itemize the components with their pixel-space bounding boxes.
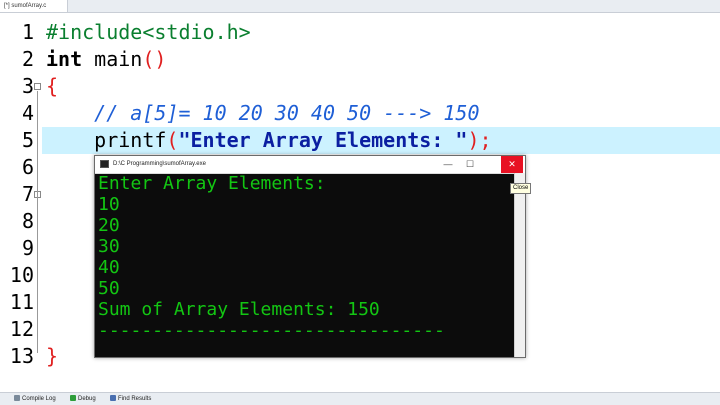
line-number: 12 — [9, 317, 34, 341]
console-line: 10 — [98, 194, 120, 215]
minimize-button[interactable]: — — [437, 156, 459, 173]
function-name-main: main — [82, 47, 143, 71]
editor-tab-bar: [*] sumofArray.c — [0, 0, 720, 13]
close-button[interactable]: ✕ — [501, 156, 523, 173]
line-number: 6 — [21, 155, 34, 179]
line-number: 9 — [21, 236, 34, 260]
console-line: Enter Array Elements: — [98, 173, 326, 194]
line-number: 8 — [21, 209, 34, 233]
bottom-panel-tabs: Compile Log Debug Find Results — [0, 392, 720, 405]
close-tooltip: Close — [510, 183, 532, 194]
code-line-printf: printf("Enter Array Elements: "); — [46, 127, 492, 154]
tab-find-results[interactable]: Find Results — [110, 393, 151, 405]
code-line-comment: // a[5]= 10 20 30 40 50 ---> 150 — [46, 100, 479, 127]
tab-label: Compile Log — [22, 396, 56, 402]
code-line-open-brace: { — [46, 74, 59, 98]
line-number-gutter: 1 2 3 4 5 6 7 8 9 10 11 12 13 — [0, 13, 41, 391]
console-line: 50 — [98, 278, 120, 299]
console-title: D:\C Programming\sumofArray.exe — [113, 161, 206, 167]
line-number: 2 — [21, 47, 34, 71]
comment-text: // a[5]= 10 20 30 40 50 ---> 150 — [94, 101, 480, 125]
keyword-int: int — [46, 47, 83, 71]
compile-log-icon — [14, 395, 20, 402]
line-number: 4 — [21, 101, 34, 125]
maximize-button[interactable]: ☐ — [459, 156, 481, 173]
editor-tab-sumofarray[interactable]: [*] sumofArray.c — [0, 0, 68, 12]
parens: () — [142, 47, 167, 71]
paren-open: ( — [166, 128, 179, 152]
code-line-close-brace: } — [46, 344, 59, 368]
debug-check-icon — [70, 395, 76, 402]
function-printf: printf — [94, 128, 167, 152]
string-literal: "Enter Array Elements: " — [178, 128, 468, 152]
console-line: Sum of Array Elements: 150 — [98, 299, 380, 320]
console-app-icon — [100, 160, 109, 168]
paren-close-semicolon: ); — [467, 128, 492, 152]
console-title-bar[interactable]: D:\C Programming\sumofArray.exe — ☐ ✕ — [95, 156, 525, 174]
console-output: Enter Array Elements: 10 20 30 40 50 Sum… — [95, 173, 513, 357]
console-line: -------------------------------- — [98, 320, 445, 341]
fold-guide-line — [37, 91, 38, 353]
console-line: 30 — [98, 236, 120, 257]
console-line: 20 — [98, 215, 120, 236]
find-results-icon — [110, 395, 116, 402]
line-number: 3 — [21, 74, 34, 98]
tab-compile-log[interactable]: Compile Log — [14, 393, 56, 405]
tab-debug[interactable]: Debug — [70, 393, 96, 405]
line-number: 13 — [9, 344, 34, 368]
console-scrollbar[interactable] — [514, 173, 525, 357]
tab-label: Find Results — [118, 396, 152, 402]
line-number: 11 — [9, 290, 34, 314]
console-line: 40 — [98, 257, 120, 278]
line-number: 1 — [21, 20, 34, 44]
code-line-include: #include<stdio.h> — [46, 20, 251, 44]
line-number: 7 — [21, 182, 34, 206]
code-line-main: int main() — [46, 46, 166, 73]
line-number: 5 — [21, 128, 34, 152]
tab-label: Debug — [78, 396, 96, 402]
fold-collapse-icon[interactable] — [34, 83, 41, 90]
console-window[interactable]: D:\C Programming\sumofArray.exe — ☐ ✕ En… — [94, 155, 526, 358]
line-number: 10 — [9, 263, 34, 287]
